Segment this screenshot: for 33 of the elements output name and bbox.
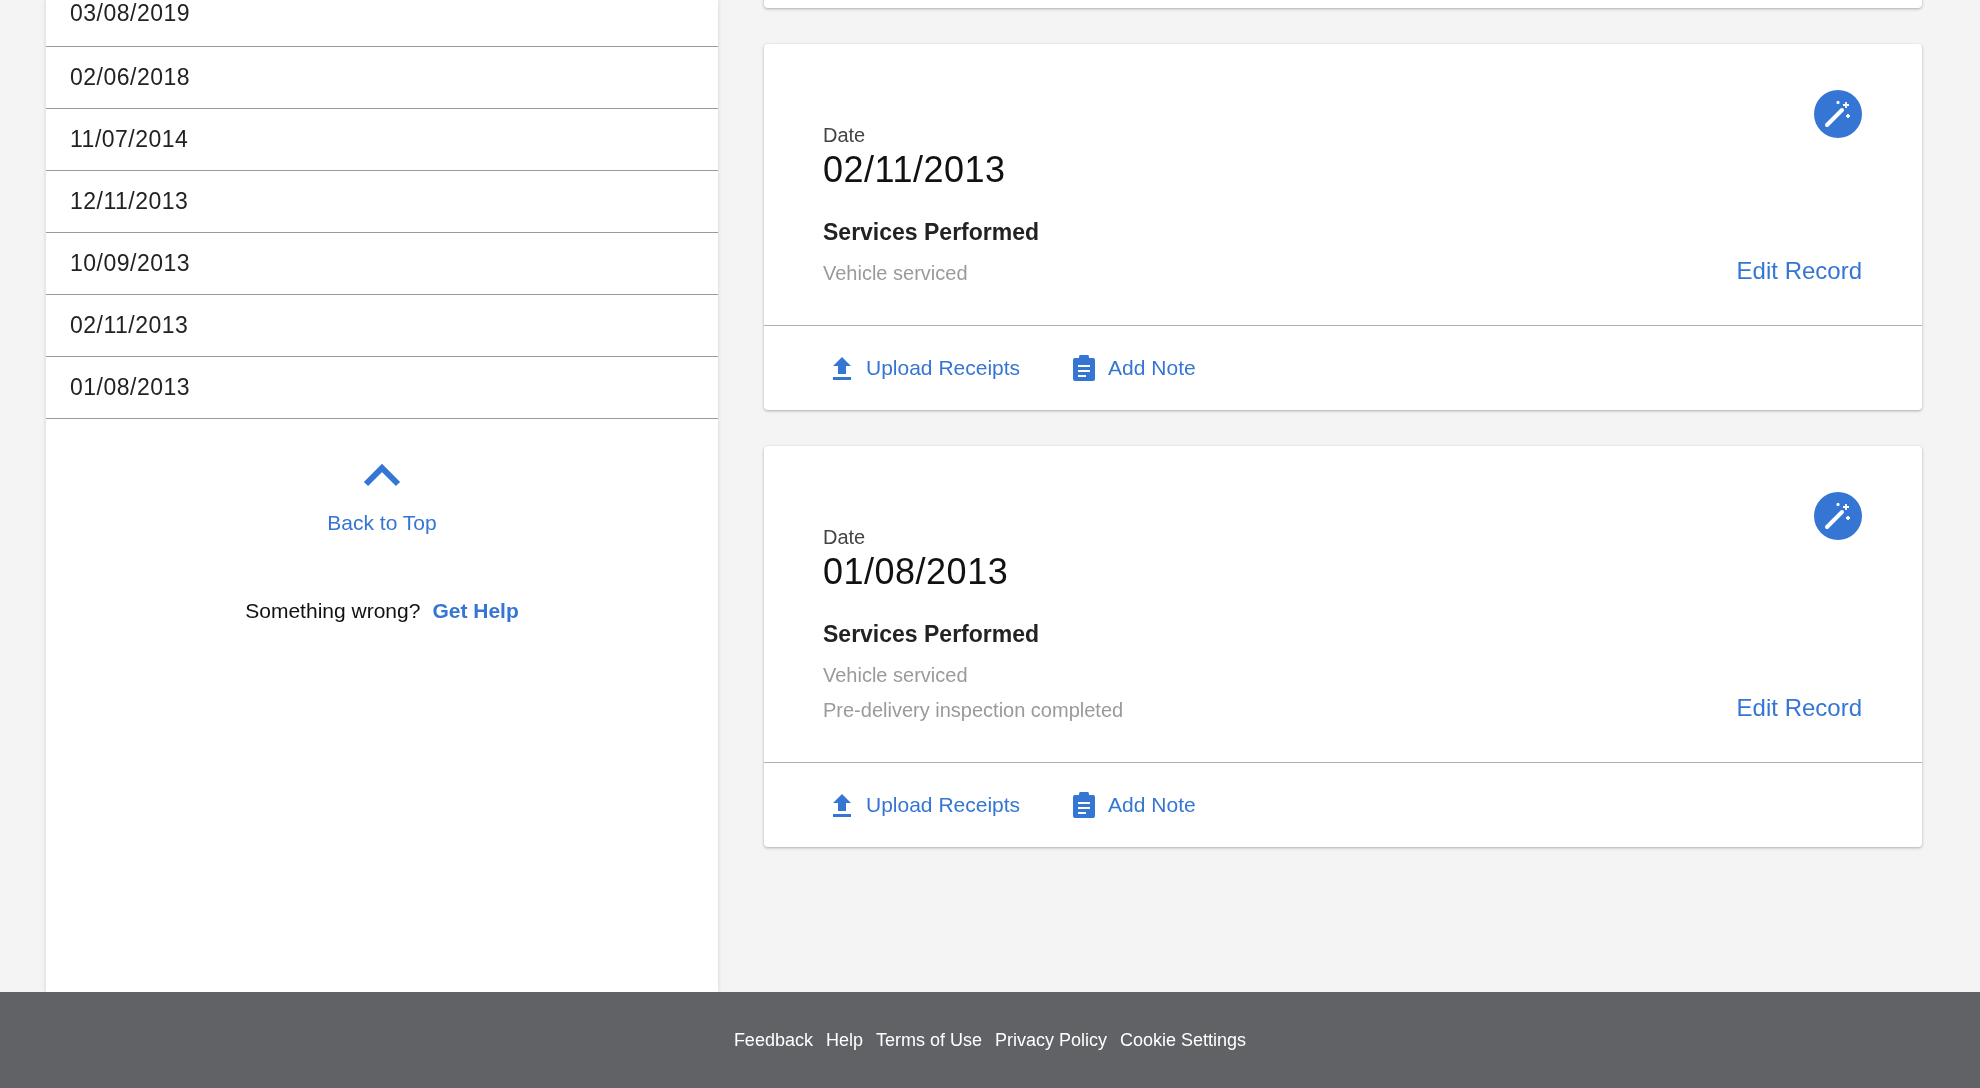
upload-receipts-button[interactable]: Upload Receipts <box>828 791 1021 819</box>
date-list-item[interactable]: 01/08/2013 <box>46 357 718 419</box>
edit-record-link[interactable]: Edit Record <box>1736 694 1862 722</box>
footer-link[interactable]: Cookie Settings <box>1120 1029 1247 1051</box>
magic-wand-icon[interactable] <box>1814 492 1862 540</box>
get-help-link[interactable]: Get Help <box>432 599 519 623</box>
date-list-item[interactable]: 02/06/2018 <box>46 47 718 109</box>
footer-link[interactable]: Terms of Use <box>875 1029 982 1051</box>
services-heading: Services Performed <box>823 219 1041 246</box>
service-item: Vehicle serviced <box>823 664 969 687</box>
services-heading: Services Performed <box>823 621 1041 648</box>
magic-wand-icon[interactable] <box>1814 90 1862 138</box>
record-date: 01/08/2013 <box>823 551 1010 593</box>
date-list-item[interactable]: 11/07/2014 <box>46 109 718 171</box>
date-list-item[interactable]: 12/11/2013 <box>46 171 718 233</box>
add-note-button[interactable]: Add Note <box>1070 791 1196 819</box>
back-to-top-link[interactable]: Back to Top <box>327 511 437 535</box>
help-prompt: Something wrong? <box>245 599 421 623</box>
upload-receipts-button[interactable]: Upload Receipts <box>828 354 1021 382</box>
service-item: Pre-delivery inspection completed <box>823 699 1125 722</box>
date-list-item[interactable]: 02/11/2013 <box>46 295 718 357</box>
service-item: Vehicle serviced <box>823 262 969 285</box>
footer-link[interactable]: Feedback <box>733 1029 813 1051</box>
date-label: Date <box>823 124 867 147</box>
date-label: Date <box>823 526 867 549</box>
add-note-button[interactable]: Add Note <box>1070 354 1196 382</box>
record-date: 02/11/2013 <box>823 149 1007 191</box>
date-list-item[interactable]: 10/09/2013 <box>46 233 718 295</box>
date-list-item[interactable]: 03/08/2019 <box>46 0 718 47</box>
caret-up-icon[interactable] <box>363 463 401 487</box>
footer-link[interactable]: Privacy Policy <box>995 1029 1108 1051</box>
edit-record-link[interactable]: Edit Record <box>1736 257 1862 285</box>
footer-link[interactable]: Help <box>825 1029 863 1051</box>
